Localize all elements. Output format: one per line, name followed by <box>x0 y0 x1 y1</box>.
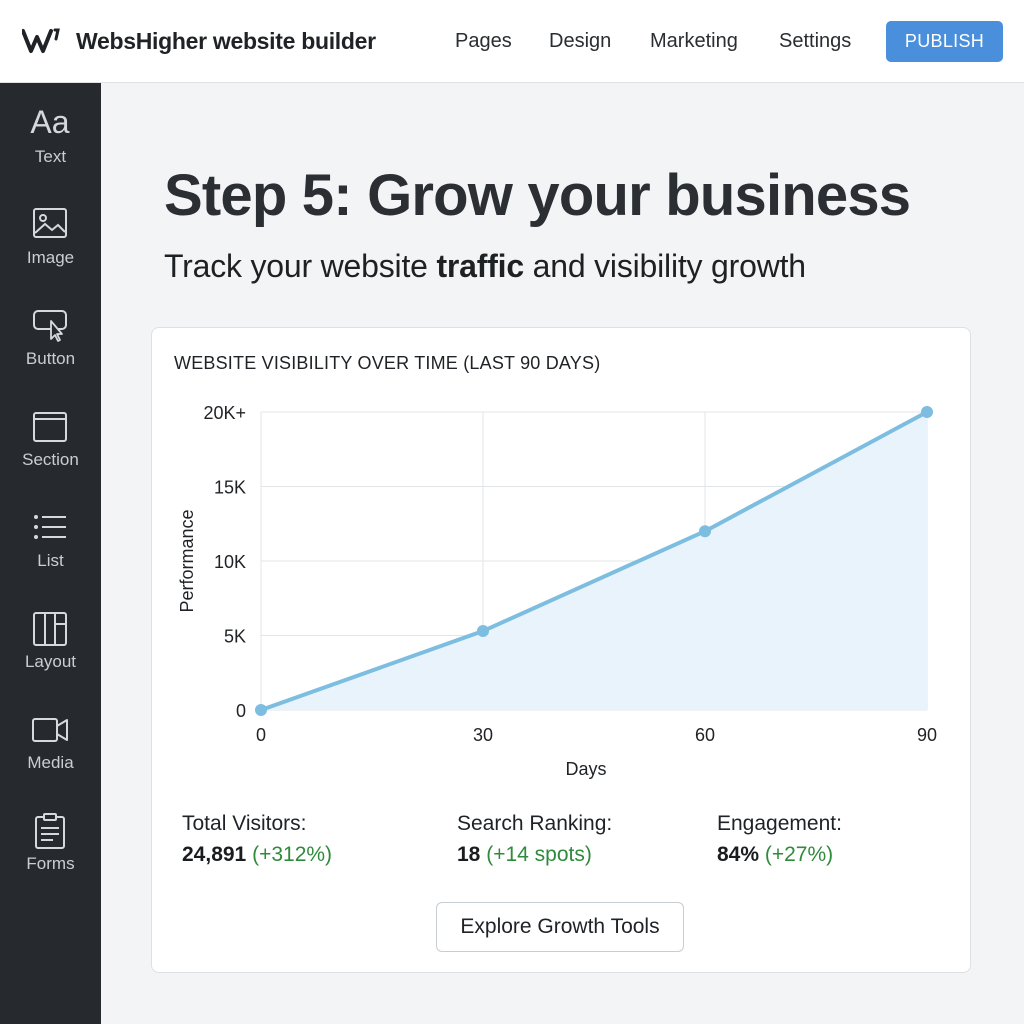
stat-search-ranking: Search Ranking: 18 (+14 spots) <box>457 812 612 867</box>
y-tick-label: 15K <box>214 478 246 498</box>
sidebar-item-media[interactable]: Media <box>0 711 101 801</box>
stat-value: 84% <box>717 843 760 866</box>
brand-name: WebsHigher website builder <box>76 28 376 54</box>
video-camera-icon <box>32 718 68 742</box>
sidebar-item-list[interactable]: List <box>0 509 101 599</box>
top-bar: WebsHigher website builder Pages Design … <box>0 0 1024 83</box>
sidebar-item-button[interactable]: Button <box>0 307 101 397</box>
data-point <box>699 525 711 538</box>
y-axis-label: Performance <box>177 509 197 612</box>
text-aa-icon: Aa <box>30 104 70 140</box>
sidebar-item-layout[interactable]: Layout <box>0 610 101 700</box>
sidebar-item-label: Button <box>25 349 76 368</box>
section-icon <box>33 412 67 442</box>
sidebar-item-text[interactable]: Aa Text <box>0 105 101 195</box>
page-subtitle: Track your website traffic and visibilit… <box>164 248 806 285</box>
image-icon <box>33 208 67 238</box>
y-tick-label: 10K <box>214 552 246 572</box>
publish-button[interactable]: PUBLISH <box>886 21 1003 62</box>
x-tick-label: 60 <box>695 725 715 745</box>
sidebar-item-label: Section <box>22 450 79 469</box>
clipboard-icon <box>35 813 65 849</box>
list-icon <box>34 515 66 539</box>
nav-settings[interactable]: Settings <box>779 30 851 53</box>
page-title: Step 5: Grow your business <box>164 163 911 228</box>
sidebar-item-label: Layout <box>24 652 77 671</box>
x-tick-label: 0 <box>256 725 266 745</box>
nav-design[interactable]: Design <box>549 30 611 53</box>
x-tick-label: 90 <box>917 725 937 745</box>
tool-sidebar: Aa Text Image Button Section List Layout… <box>0 83 101 1024</box>
stat-total-visitors: Total Visitors: 24,891 (+312%) <box>182 812 332 867</box>
sidebar-item-image[interactable]: Image <box>0 206 101 296</box>
data-point <box>921 406 933 418</box>
sidebar-item-label: List <box>37 551 64 570</box>
stat-label: Engagement: <box>717 812 842 835</box>
nav-marketing[interactable]: Marketing <box>650 30 738 53</box>
stat-label: Total Visitors: <box>182 812 307 835</box>
growth-card: WEBSITE VISIBILITY OVER TIME (LAST 90 DA… <box>151 327 971 973</box>
stat-delta: (+312%) <box>252 843 333 866</box>
sidebar-item-label: Forms <box>26 854 75 873</box>
visibility-chart: 0 5K 10K 15K 20K+ 0 30 60 90 Days Performance <box>177 403 937 779</box>
sidebar-item-label: Media <box>27 753 74 772</box>
nav-pages[interactable]: Pages <box>455 30 512 53</box>
sidebar-item-forms[interactable]: Forms <box>0 812 101 902</box>
stat-engagement: Engagement: 84% (+27%) <box>717 812 842 867</box>
subtitle-text-end: and visibility growth <box>523 248 806 284</box>
stat-value: 24,891 <box>182 843 247 866</box>
button-cursor-icon <box>33 310 67 342</box>
x-axis-label: Days <box>565 759 606 779</box>
x-tick-label: 30 <box>473 725 493 745</box>
layout-icon <box>33 612 67 646</box>
stat-delta: (+14 spots) <box>486 843 592 866</box>
stat-value: 18 <box>457 843 481 866</box>
explore-growth-tools-button[interactable]: Explore Growth Tools <box>436 902 684 952</box>
data-point <box>255 704 267 716</box>
websHigher-logo-icon <box>22 28 60 53</box>
stat-label: Search Ranking: <box>457 812 613 835</box>
y-tick-label: 5K <box>224 627 246 647</box>
sidebar-item-label: Text <box>34 147 67 166</box>
y-tick-label: 20K+ <box>203 403 246 423</box>
sidebar-item-section[interactable]: Section <box>0 408 101 498</box>
y-tick-label: 0 <box>236 701 246 721</box>
subtitle-bold-text: traffic <box>436 248 524 284</box>
subtitle-text: Track your website <box>164 248 437 284</box>
stat-delta: (+27%) <box>764 843 834 866</box>
sidebar-item-label: Image <box>26 248 75 267</box>
data-point <box>477 625 489 638</box>
